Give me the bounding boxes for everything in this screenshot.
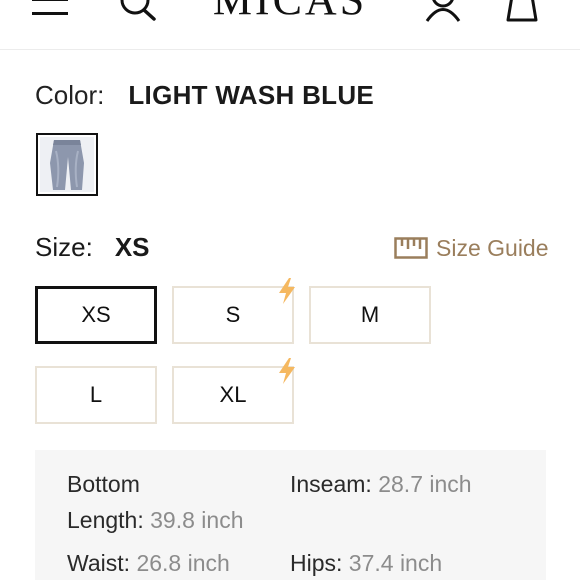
- size-option-s[interactable]: S: [172, 286, 294, 344]
- waist-row: Waist: 26.8 inch: [67, 549, 230, 577]
- lightning-bolt-icon: [279, 278, 295, 304]
- search-icon[interactable]: [117, 0, 159, 22]
- length-row: Length: 39.8 inch: [67, 506, 244, 534]
- waist-label: Waist:: [67, 550, 131, 576]
- size-option-label: XS: [81, 302, 111, 327]
- lightning-bolt-icon: [279, 358, 295, 384]
- shopping-bag-icon[interactable]: [500, 0, 544, 22]
- color-value: LIGHT WASH BLUE: [128, 80, 375, 110]
- hips-label: Hips:: [290, 550, 343, 576]
- inseam-row: Inseam: 28.7 inch: [290, 470, 472, 498]
- size-option-xl[interactable]: XL: [172, 366, 294, 424]
- waist-value: 26.8 inch: [136, 550, 230, 576]
- size-option-label: M: [360, 302, 380, 327]
- menu-icon[interactable]: [32, 0, 68, 20]
- hips-row: Hips: 37.4 inch: [290, 549, 442, 577]
- size-label: Size:: [35, 232, 93, 262]
- length-value: 39.8 inch: [150, 507, 244, 533]
- size-option-xs[interactable]: XS: [35, 286, 157, 344]
- measurements-panel: Bottom Length: 39.8 inch Inseam: 28.7 in…: [35, 450, 546, 580]
- size-row: Size: XS: [35, 232, 150, 262]
- size-guide-link[interactable]: Size Guide: [394, 233, 549, 263]
- account-icon[interactable]: [423, 0, 463, 22]
- site-header: MICAS: [0, 0, 580, 50]
- color-row: Color: LIGHT WASH BLUE: [35, 80, 374, 110]
- inseam-value: 28.7 inch: [378, 471, 472, 497]
- size-option-label: S: [225, 302, 241, 327]
- ruler-icon: [394, 237, 428, 259]
- bottom-length-label: Bottom: [67, 471, 140, 497]
- jeans-thumbnail-icon: [40, 137, 94, 192]
- brand-logo[interactable]: MICAS: [200, 0, 380, 22]
- size-selected-value: XS: [114, 232, 150, 262]
- size-option-l[interactable]: L: [35, 366, 157, 424]
- color-label: Color:: [35, 80, 105, 110]
- color-swatch-light-wash-blue[interactable]: [36, 133, 98, 196]
- length-label: Length:: [67, 507, 144, 533]
- hips-value: 37.4 inch: [348, 550, 443, 576]
- inseam-label: Inseam:: [290, 471, 372, 497]
- size-option-m[interactable]: M: [309, 286, 431, 344]
- size-guide-label: Size Guide: [436, 234, 549, 261]
- size-option-label: L: [89, 382, 103, 407]
- size-option-label: XL: [219, 382, 247, 407]
